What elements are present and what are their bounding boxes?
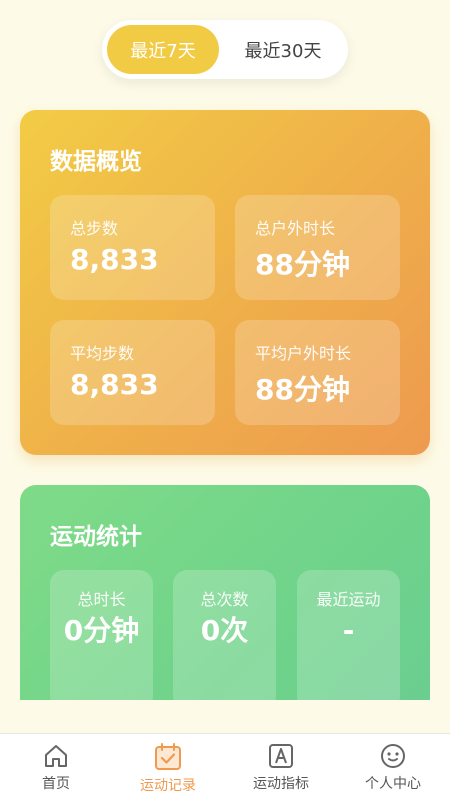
tile-value: 0次 bbox=[200, 614, 249, 647]
tile-label: 总步数 bbox=[70, 219, 119, 238]
tab-sport-indicators[interactable]: 运动指标 bbox=[225, 734, 337, 800]
home-icon bbox=[45, 745, 67, 767]
total-count-tile: 总次数 0次 bbox=[173, 570, 276, 710]
letter-a-icon bbox=[269, 744, 293, 768]
smiley-icon bbox=[381, 744, 405, 768]
tile-value: - bbox=[342, 614, 355, 647]
tile-value: 8,833 bbox=[70, 368, 159, 401]
scroll-clip-area bbox=[0, 700, 450, 733]
average-steps-tile: 平均步数 8,833 bbox=[50, 320, 215, 425]
tile-value: 0分钟 bbox=[63, 614, 140, 647]
tile-value: 8,833 bbox=[70, 243, 159, 276]
tab-label: 运动记录 bbox=[140, 778, 196, 794]
tile-value: 88分钟 bbox=[255, 248, 350, 281]
bottom-tab-bar: 首页 运动记录 运动指标 个人中心 bbox=[0, 733, 450, 800]
tile-label: 最近运动 bbox=[316, 590, 381, 609]
tab-sport-records[interactable]: 运动记录 bbox=[112, 734, 224, 800]
overview-card: 数据概览 总步数 8,833 总户外时长 88分钟 平均步数 8,833 平均户… bbox=[20, 110, 430, 455]
range-30-days-button[interactable]: 最近30天 bbox=[224, 25, 342, 74]
tab-label: 首页 bbox=[42, 776, 70, 792]
tile-label: 总时长 bbox=[77, 590, 126, 609]
tab-label: 个人中心 bbox=[365, 776, 421, 792]
calendar-check-icon bbox=[155, 743, 181, 770]
tab-home[interactable]: 首页 bbox=[0, 734, 112, 800]
range-7-days-button[interactable]: 最近7天 bbox=[107, 25, 219, 74]
average-outdoor-time-tile: 平均户外时长 88分钟 bbox=[235, 320, 400, 425]
total-steps-tile: 总步数 8,833 bbox=[50, 195, 215, 300]
tab-profile[interactable]: 个人中心 bbox=[337, 734, 449, 800]
overview-title: 数据概览 bbox=[50, 149, 142, 175]
total-outdoor-time-tile: 总户外时长 88分钟 bbox=[235, 195, 400, 300]
recent-sport-tile: 最近运动 - bbox=[297, 570, 400, 710]
tab-label: 运动指标 bbox=[253, 776, 309, 792]
date-range-toggle: 最近7天 最近30天 bbox=[102, 20, 348, 79]
total-duration-tile: 总时长 0分钟 bbox=[50, 570, 153, 710]
tile-label: 平均户外时长 bbox=[255, 344, 352, 363]
sport-stats-title: 运动统计 bbox=[50, 524, 142, 550]
tile-value: 88分钟 bbox=[255, 373, 350, 406]
tile-label: 总次数 bbox=[200, 590, 249, 609]
tile-label: 平均步数 bbox=[70, 344, 135, 363]
tile-label: 总户外时长 bbox=[255, 219, 336, 238]
